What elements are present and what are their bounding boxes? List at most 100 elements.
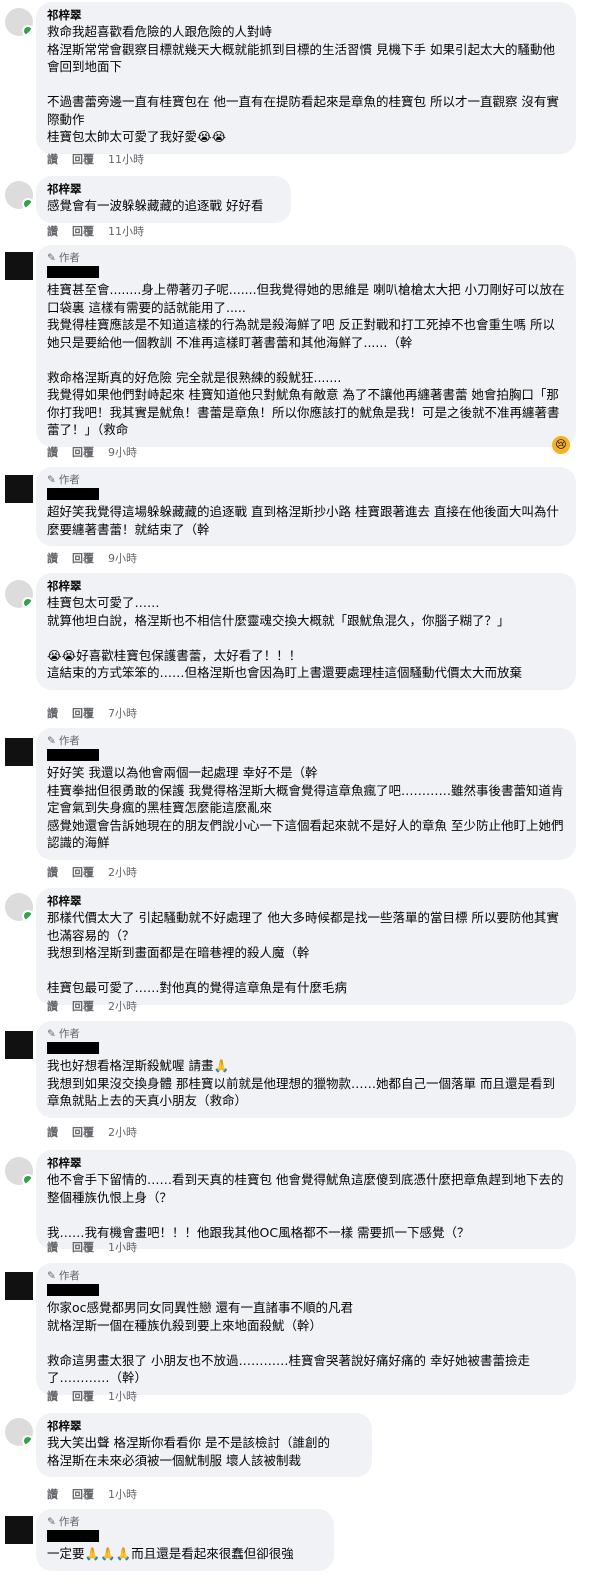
avatar[interactable] bbox=[5, 580, 33, 608]
comment-bubble: 祁梓翠 感覺會有一波躲躲藏藏的追逐戰 好好看 bbox=[36, 176, 291, 223]
redacted-name bbox=[47, 1284, 99, 1296]
pencil-icon: ✎ bbox=[47, 1516, 56, 1528]
commenter-name[interactable]: 祁梓翠 bbox=[47, 1156, 566, 1171]
timestamp[interactable]: 7小時 bbox=[108, 707, 137, 721]
comment-actions: 讚 回覆 7小時 bbox=[47, 707, 137, 721]
comment-bubble: ✎ 作者 桂寶甚至會........身上帶著刃子呢.......但我覺得她的思維是… bbox=[36, 245, 576, 447]
online-status-dot bbox=[22, 198, 33, 209]
comment-text: 我也好想看格涅斯殺魷喔 請畫🙏 我想到如果沒交換身體 那桂寶以前就是他理想的獵物… bbox=[47, 1058, 555, 1108]
author-badge: ✎ 作者 bbox=[47, 1028, 80, 1040]
avatar[interactable] bbox=[5, 1272, 33, 1300]
timestamp[interactable]: 2小時 bbox=[108, 866, 137, 880]
like-button[interactable]: 讚 bbox=[47, 1488, 58, 1502]
like-button[interactable]: 讚 bbox=[47, 446, 58, 460]
comment-bubble: 祁梓翠 那樣代價太大了 引起騷動就不好處理了 他大多時候都是找一些落單的當目標 … bbox=[36, 888, 576, 1005]
online-status-dot bbox=[22, 910, 33, 921]
comment-bubble: 祁梓翠 桂寶包太可愛了…… 就算他坦白說，格涅斯也不相信什麼靈魂交換大概就「跟魷… bbox=[36, 573, 576, 690]
avatar[interactable] bbox=[5, 1157, 33, 1185]
reply-button[interactable]: 回覆 bbox=[72, 1390, 94, 1404]
timestamp[interactable]: 1小時 bbox=[108, 1488, 137, 1502]
like-button[interactable]: 讚 bbox=[47, 552, 58, 566]
online-status-dot bbox=[22, 597, 33, 608]
comment-text: 超好笑我覺得這場躲躲藏藏的追逐戰 直到格涅斯抄小路 桂寶跟著進去 直接在他後面大… bbox=[47, 504, 559, 537]
online-status-dot bbox=[22, 1174, 33, 1185]
reply-button[interactable]: 回覆 bbox=[72, 225, 94, 239]
comment-actions: 讚 回覆 2小時 bbox=[47, 866, 137, 880]
comment-bubble: ✎ 作者 超好笑我覺得這場躲躲藏藏的追逐戰 直到格涅斯抄小路 桂寶跟著進去 直接在… bbox=[36, 467, 576, 546]
comment-bubble: ✎ 作者 你家oc感覺都男同女同異性戀 還有一直諸事不順的凡君 就格涅斯一個在種族… bbox=[36, 1263, 576, 1395]
comment-text: 桂寶甚至會........身上帶著刃子呢.......但我覺得她的思維是 喇叭槍… bbox=[47, 282, 565, 437]
comment-actions: 讚 回覆 9小時 bbox=[47, 446, 137, 460]
avatar[interactable] bbox=[5, 1516, 33, 1544]
timestamp[interactable]: 2小時 bbox=[108, 1126, 137, 1140]
avatar[interactable] bbox=[5, 252, 33, 280]
timestamp[interactable]: 11小時 bbox=[108, 225, 144, 239]
redacted-name bbox=[47, 749, 99, 761]
online-status-dot bbox=[22, 25, 33, 36]
reply-button[interactable]: 回覆 bbox=[72, 153, 94, 167]
commenter-name[interactable]: 祁梓翠 bbox=[47, 8, 566, 23]
like-button[interactable]: 讚 bbox=[47, 153, 58, 167]
like-button[interactable]: 讚 bbox=[47, 1000, 58, 1014]
avatar[interactable] bbox=[5, 475, 33, 503]
comment-text: 桂寶包太可愛了…… 就算他坦白說，格涅斯也不相信什麼靈魂交換大概就「跟魷魚混久，… bbox=[47, 595, 523, 680]
redacted-name bbox=[47, 1530, 99, 1542]
redacted-name bbox=[47, 266, 99, 278]
comment-text: 他不會手下留情的……看到天真的桂寶包 他會覺得魷魚這麼傻到底憑什麼把章魚趕到地下… bbox=[47, 1172, 564, 1240]
online-status-dot bbox=[22, 1435, 33, 1446]
timestamp[interactable]: 11小時 bbox=[108, 153, 144, 167]
comment-bubble: ✎ 作者 一定要🙏🙏🙏而且還是看起來很蠢但卻很強 bbox=[36, 1509, 334, 1571]
reply-button[interactable]: 回覆 bbox=[72, 707, 94, 721]
comment-text: 我大笑出聲 格涅斯你看看你 是不是該檢討（誰創的 格涅斯在未來必須被一個魷制服 … bbox=[47, 1435, 330, 1468]
comment-bubble: 祁梓翠 他不會手下留情的……看到天真的桂寶包 他會覺得魷魚這麼傻到底憑什麼把章魚… bbox=[36, 1150, 576, 1249]
commenter-name[interactable]: 祁梓翠 bbox=[47, 182, 281, 197]
like-button[interactable]: 讚 bbox=[47, 866, 58, 880]
timestamp[interactable]: 1小時 bbox=[108, 1241, 137, 1255]
avatar[interactable] bbox=[5, 1418, 33, 1446]
author-badge: ✎ 作者 bbox=[47, 252, 80, 264]
sad-reaction-icon[interactable]: 😢 bbox=[552, 436, 570, 454]
timestamp[interactable]: 9小時 bbox=[108, 446, 137, 460]
like-button[interactable]: 讚 bbox=[47, 1390, 58, 1404]
reply-button[interactable]: 回覆 bbox=[72, 1241, 94, 1255]
commenter-name[interactable]: 祁梓翠 bbox=[47, 1419, 362, 1434]
comment-text: 感覺會有一波躲躲藏藏的追逐戰 好好看 bbox=[47, 198, 264, 213]
reply-button[interactable]: 回覆 bbox=[72, 1126, 94, 1140]
comment-bubble: ✎ 作者 好好笑 我還以為他會兩個一起處理 幸好不是（幹 桂寶拳拙但很勇敢的保護 … bbox=[36, 728, 576, 860]
pencil-icon: ✎ bbox=[47, 735, 56, 747]
commenter-name[interactable]: 祁梓翠 bbox=[47, 894, 566, 909]
like-button[interactable]: 讚 bbox=[47, 225, 58, 239]
comment-bubble: ✎ 作者 我也好想看格涅斯殺魷喔 請畫🙏 我想到如果沒交換身體 那桂寶以前就是他理… bbox=[36, 1021, 576, 1118]
comment-actions: 讚 回覆 2小時 bbox=[47, 1126, 137, 1140]
redacted-name bbox=[47, 1042, 99, 1054]
like-button[interactable]: 讚 bbox=[47, 1126, 58, 1140]
avatar[interactable] bbox=[5, 8, 33, 36]
like-button[interactable]: 讚 bbox=[47, 707, 58, 721]
author-badge: ✎ 作者 bbox=[47, 1516, 80, 1528]
comment-text: 那樣代價太大了 引起騷動就不好處理了 他大多時候都是找一些落單的當目標 所以要防… bbox=[47, 910, 559, 995]
redacted-name bbox=[47, 488, 99, 500]
reply-button[interactable]: 回覆 bbox=[72, 1000, 94, 1014]
avatar[interactable] bbox=[5, 1031, 33, 1059]
pencil-icon: ✎ bbox=[47, 252, 56, 264]
comment-text: 一定要🙏🙏🙏而且還是看起來很蠢但卻很強 bbox=[47, 1546, 294, 1561]
avatar[interactable] bbox=[5, 738, 33, 766]
avatar[interactable] bbox=[5, 181, 33, 209]
timestamp[interactable]: 1小時 bbox=[108, 1390, 137, 1404]
comment-actions: 讚 回覆 11小時 bbox=[47, 153, 144, 167]
reply-button[interactable]: 回覆 bbox=[72, 866, 94, 880]
comment-text: 你家oc感覺都男同女同異性戀 還有一直諸事不順的凡君 就格涅斯一個在種族仇殺到要… bbox=[47, 1300, 530, 1385]
reply-button[interactable]: 回覆 bbox=[72, 446, 94, 460]
reply-button[interactable]: 回覆 bbox=[72, 1488, 94, 1502]
like-button[interactable]: 讚 bbox=[47, 1241, 58, 1255]
avatar[interactable] bbox=[5, 893, 33, 921]
commenter-name[interactable]: 祁梓翠 bbox=[47, 579, 566, 594]
reply-button[interactable]: 回覆 bbox=[72, 552, 94, 566]
comment-bubble: 祁梓翠 救命我超喜歡看危險的人跟危險的人對峙 格涅斯常常會觀察目標就幾天大概就能… bbox=[36, 2, 576, 154]
comment-actions: 讚 回覆 11小時 bbox=[47, 225, 144, 239]
timestamp[interactable]: 2小時 bbox=[108, 1000, 137, 1014]
author-badge: ✎ 作者 bbox=[47, 474, 80, 486]
comment-actions: 讚 回覆 1小時 bbox=[47, 1390, 137, 1404]
timestamp[interactable]: 9小時 bbox=[108, 552, 137, 566]
comment-actions: 讚 回覆 9小時 bbox=[47, 552, 137, 566]
